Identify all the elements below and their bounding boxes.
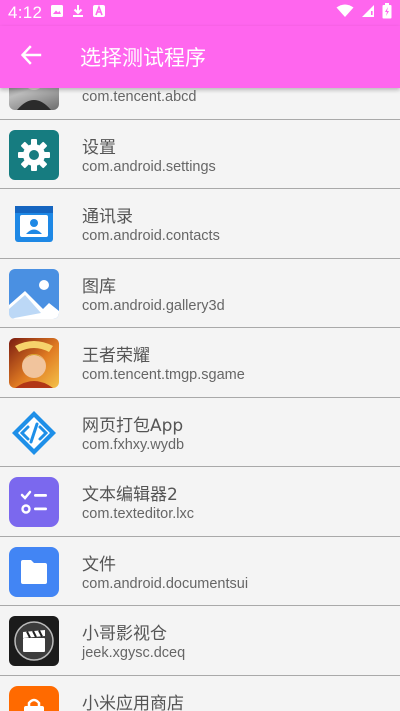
app-package: com.fxhxy.wydb xyxy=(82,436,185,453)
app-name: 小哥影视仓 xyxy=(82,624,167,644)
app-package: com.tencent.tmgp.sgame xyxy=(82,367,245,383)
checklist-icon xyxy=(9,477,59,527)
app-package: com.android.settings xyxy=(82,158,216,175)
app-package: com.android.contacts xyxy=(82,228,220,244)
status-time: 4:12 xyxy=(8,3,43,22)
app-list[interactable]: com.tencent.abcd 设置 com.android.settings… xyxy=(0,88,400,711)
app-list-item[interactable]: 文本编辑器2 com.texteditor.lxc xyxy=(0,467,400,537)
wifi-icon xyxy=(336,4,354,23)
app-package: com.android.gallery3d xyxy=(82,297,225,314)
app-name: 文件 xyxy=(82,554,116,575)
app-list-item[interactable]: com.tencent.abcd xyxy=(0,88,400,120)
app-name: 小米应用商店 xyxy=(82,693,184,711)
arrow-back-icon xyxy=(20,44,42,70)
code-brackets-icon xyxy=(9,408,59,458)
app-a-notification-icon xyxy=(92,4,106,23)
app-package: com.tencent.abcd xyxy=(82,89,197,105)
game-icon xyxy=(9,338,59,388)
store-bag-icon xyxy=(9,685,59,711)
app-name: 文本编辑器2 xyxy=(82,485,178,505)
avatar-photo-icon xyxy=(9,88,59,110)
app-name: 图库 xyxy=(82,276,116,297)
app-bar: 选择测试程序 xyxy=(0,26,400,88)
app-package: jeek.xgysc.dceq xyxy=(82,645,186,661)
notification-icons xyxy=(50,4,106,23)
app-list-item[interactable]: 文件 com.android.documentsui xyxy=(0,536,400,606)
image-notification-icon xyxy=(50,4,64,23)
download-icon xyxy=(71,4,85,23)
app-package: com.android.documentsui xyxy=(82,575,249,592)
app-list-item[interactable]: 网页打包App com.fxhxy.wydb xyxy=(0,397,400,467)
page-title: 选择测试程序 xyxy=(80,46,206,70)
app-name: 网页打包App xyxy=(82,415,184,436)
app-list-item[interactable]: 王者荣耀 com.tencent.tmgp.sgame xyxy=(0,328,400,398)
system-status-icons xyxy=(336,2,392,24)
app-package: com.texteditor.lxc xyxy=(82,506,195,522)
film-clapper-icon xyxy=(9,616,59,666)
back-button[interactable] xyxy=(0,26,62,88)
app-list-item[interactable]: 小米应用商店 xyxy=(0,675,400,711)
app-name: 设置 xyxy=(82,137,116,158)
gallery-icon xyxy=(9,268,59,319)
settings-gear-icon xyxy=(9,129,59,180)
battery-charging-icon xyxy=(382,2,392,24)
app-list-item[interactable]: 通讯录 com.android.contacts xyxy=(0,189,400,259)
app-list-item[interactable]: 小哥影视仓 jeek.xgysc.dceq xyxy=(0,606,400,676)
app-list-item[interactable]: 图库 com.android.gallery3d xyxy=(0,258,400,328)
app-name: 王者荣耀 xyxy=(82,346,150,366)
app-name: 通讯录 xyxy=(82,207,133,227)
status-bar: 4:12 xyxy=(0,0,400,26)
contacts-icon xyxy=(9,199,59,249)
signal-icon xyxy=(361,4,375,23)
folder-icon xyxy=(9,546,59,597)
app-list-item[interactable]: 设置 com.android.settings xyxy=(0,119,400,189)
